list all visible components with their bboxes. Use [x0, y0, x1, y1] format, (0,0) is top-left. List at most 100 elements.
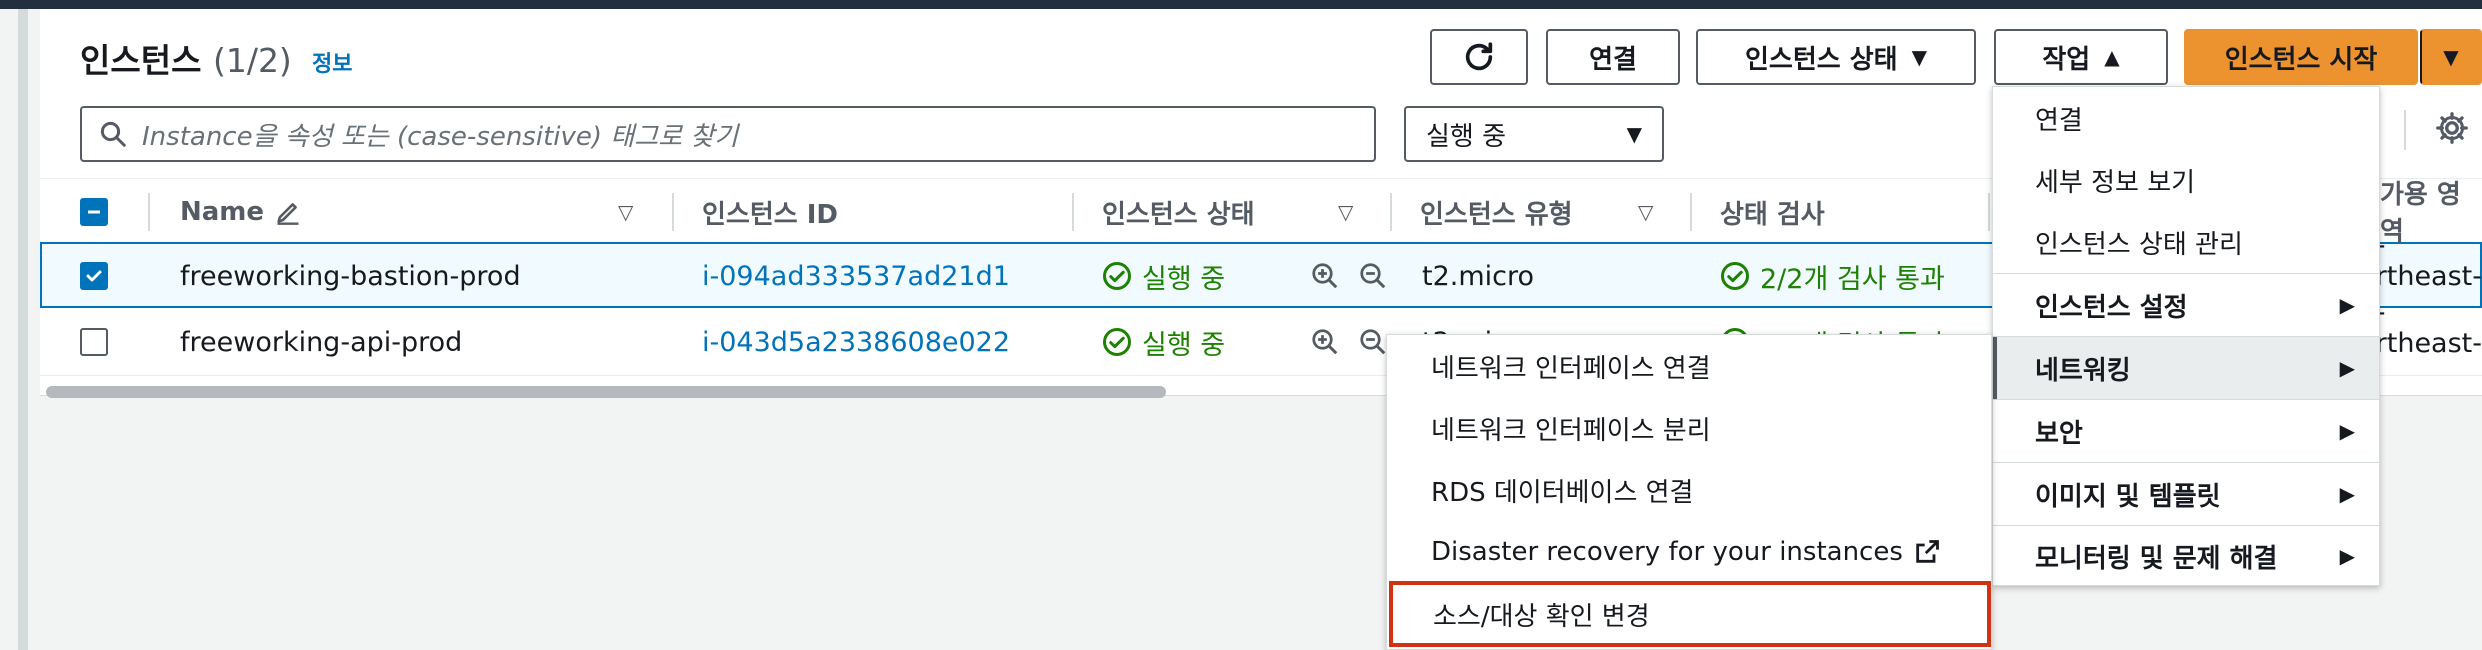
caret-down-icon: ▼: [2443, 45, 2459, 69]
caret-down-icon: ▼: [1626, 122, 1642, 146]
status-check: 2/2개 검사 통과: [1720, 244, 1945, 308]
column-header-instance-state-label: 인스턴스 상태: [1102, 199, 1255, 230]
toolbar-divider: [2404, 110, 2406, 150]
page-title-text: 인스턴스: [80, 41, 202, 80]
menu-item-manage-instance-state[interactable]: 인스턴스 상태 관리: [1993, 211, 2379, 273]
actions-menu: 연결 세부 정보 보기 인스턴스 상태 관리 인스턴스 설정 ▶ 네트워킹 ▶ …: [1992, 86, 2380, 586]
instance-state-dropdown[interactable]: 인스턴스 상태 ▼: [1696, 29, 1976, 85]
launch-options-button[interactable]: ▼: [2420, 29, 2482, 85]
caret-right-icon: ▶: [2339, 293, 2355, 317]
availability-zone-cell: ap-northeast-2a: [2380, 310, 2482, 376]
column-header-instance-id-label: 인스턴스 ID: [702, 199, 838, 230]
instance-id-link[interactable]: i-094ad333537ad21d1: [702, 244, 1010, 308]
instance-state-text: 실행 중: [1142, 263, 1226, 295]
menu-item-label: 세부 정보 보기: [2035, 167, 2196, 198]
row-checkbox[interactable]: [80, 244, 108, 308]
refresh-icon: [1465, 42, 1493, 71]
page-title: 인스턴스 (1/2): [80, 34, 292, 82]
connect-button[interactable]: 연결: [1546, 29, 1680, 85]
column-header-status-check[interactable]: 상태 검사: [1720, 179, 1825, 245]
column-header-instance-id[interactable]: 인스턴스 ID: [702, 179, 838, 245]
submenu-item-label: RDS 데이터베이스 연결: [1431, 477, 1694, 508]
submenu-item-label: Disaster recovery for your instances: [1431, 537, 1903, 567]
caret-right-icon: ▶: [2339, 482, 2355, 506]
menu-item-connect[interactable]: 연결: [1993, 87, 2379, 149]
menu-item-instance-settings[interactable]: 인스턴스 설정 ▶: [1993, 274, 2379, 336]
instance-state: 실행 중: [1102, 244, 1225, 308]
column-divider: [1988, 193, 1990, 231]
column-header-instance-state[interactable]: 인스턴스 상태: [1102, 179, 1255, 245]
submenu-item-disaster-recovery[interactable]: Disaster recovery for your instances: [1387, 521, 1991, 583]
submenu-item-label: 네트워크 인터페이스 분리: [1431, 415, 1711, 446]
column-header-availability-zone[interactable]: 가용 영역: [2380, 178, 2482, 244]
state-filter-select[interactable]: 실행 중 ▼: [1404, 106, 1664, 162]
column-divider: [672, 193, 674, 231]
launch-instance-button[interactable]: 인스턴스 시작: [2184, 29, 2418, 85]
preferences-gear-icon[interactable]: [2432, 108, 2472, 148]
zoom-in-icon[interactable]: [1310, 310, 1340, 374]
edit-pencil-icon: [277, 203, 299, 225]
menu-item-monitor-troubleshoot[interactable]: 모니터링 및 문제 해결 ▶: [1993, 525, 2379, 587]
column-header-status-check-label: 상태 검사: [1720, 199, 1825, 230]
column-divider: [148, 193, 150, 231]
submenu-item-label: 네트워크 인터페이스 연결: [1431, 353, 1711, 384]
zoom-out-icon[interactable]: [1358, 310, 1388, 374]
column-header-availability-zone-label: 가용 영역: [2380, 180, 2461, 244]
check-circle-icon: [1103, 262, 1131, 290]
instance-id-link[interactable]: i-043d5a2338608e022: [702, 310, 1010, 374]
zoom-in-icon[interactable]: [1310, 244, 1340, 308]
sort-caret-icon[interactable]: ▽: [1338, 179, 1353, 245]
refresh-button[interactable]: [1430, 29, 1528, 85]
menu-item-label: 네트워킹: [2035, 355, 2131, 386]
actions-dropdown[interactable]: 작업 ▲: [1994, 29, 2168, 85]
actions-label: 작업: [2042, 44, 2091, 75]
menu-item-networking[interactable]: 네트워킹 ▶: [1993, 337, 2379, 399]
row-checkbox[interactable]: [80, 310, 108, 374]
side-navigation-scrollbar[interactable]: [18, 9, 28, 650]
search-input[interactable]: Instance을 속성 또는 (case-sensitive) 태그로 찾기: [80, 106, 1376, 162]
caret-right-icon: ▶: [2339, 356, 2355, 380]
column-header-instance-type-label: 인스턴스 유형: [1420, 199, 1573, 230]
menu-item-view-details[interactable]: 세부 정보 보기: [1993, 149, 2379, 211]
sort-caret-icon[interactable]: ▽: [1638, 179, 1653, 245]
menu-item-label: 이미지 및 템플릿: [2035, 481, 2221, 512]
horizontal-scrollbar[interactable]: [46, 386, 1166, 398]
menu-item-label: 연결: [2035, 105, 2083, 136]
submenu-item-attach-network-interface[interactable]: 네트워크 인터페이스 연결: [1387, 335, 1991, 397]
zoom-out-icon[interactable]: [1358, 244, 1388, 308]
check-circle-icon: [1721, 262, 1749, 290]
sort-caret-icon[interactable]: ▽: [618, 179, 633, 245]
column-divider: [1690, 193, 1692, 231]
column-header-instance-type[interactable]: 인스턴스 유형: [1420, 179, 1573, 245]
instance-name: freeworking-api-prod: [180, 326, 463, 358]
caret-right-icon: ▶: [2339, 544, 2355, 568]
caret-up-icon: ▲: [2104, 45, 2120, 69]
launch-instance-label: 인스턴스 시작: [2224, 44, 2378, 75]
menu-item-label: 모니터링 및 문제 해결: [2035, 543, 2278, 574]
column-divider: [1390, 193, 1392, 231]
selection-count: (1/2): [212, 41, 292, 80]
submenu-item-connect-rds-database[interactable]: RDS 데이터베이스 연결: [1387, 459, 1991, 521]
submenu-item-change-source-dest-check[interactable]: 소스/대상 확인 변경: [1389, 581, 1991, 647]
column-divider: [1072, 193, 1074, 231]
menu-item-security[interactable]: 보안 ▶: [1993, 400, 2379, 462]
column-header-name[interactable]: Name: [180, 179, 302, 245]
menu-item-images-templates[interactable]: 이미지 및 템플릿 ▶: [1993, 463, 2379, 525]
submenu-item-detach-network-interface[interactable]: 네트워크 인터페이스 분리: [1387, 397, 1991, 459]
column-header-name-label: Name: [180, 197, 265, 227]
info-link[interactable]: 정보: [312, 46, 352, 78]
availability-zone-cell: ap-northeast-2a: [2380, 244, 2482, 308]
submenu-item-label: 소스/대상 확인 변경: [1433, 601, 1650, 632]
search-placeholder: Instance을 속성 또는 (case-sensitive) 태그로 찾기: [142, 121, 739, 152]
instance-type: t2.micro: [1422, 260, 1535, 292]
select-all-checkbox[interactable]: [80, 179, 108, 245]
menu-item-label: 인스턴스 상태 관리: [2035, 229, 2243, 260]
instance-state-text: 실행 중: [1142, 329, 1226, 361]
external-link-icon: [1916, 540, 1939, 563]
top-navigation-bar: [0, 0, 2482, 9]
instance-state-label: 인스턴스 상태: [1745, 44, 1898, 75]
state-filter-value: 실행 중: [1426, 121, 1507, 152]
availability-zone-text: ap-northeast-2a: [2380, 310, 2482, 359]
instance-name: freeworking-bastion-prod: [180, 260, 521, 292]
caret-right-icon: ▶: [2339, 419, 2355, 443]
